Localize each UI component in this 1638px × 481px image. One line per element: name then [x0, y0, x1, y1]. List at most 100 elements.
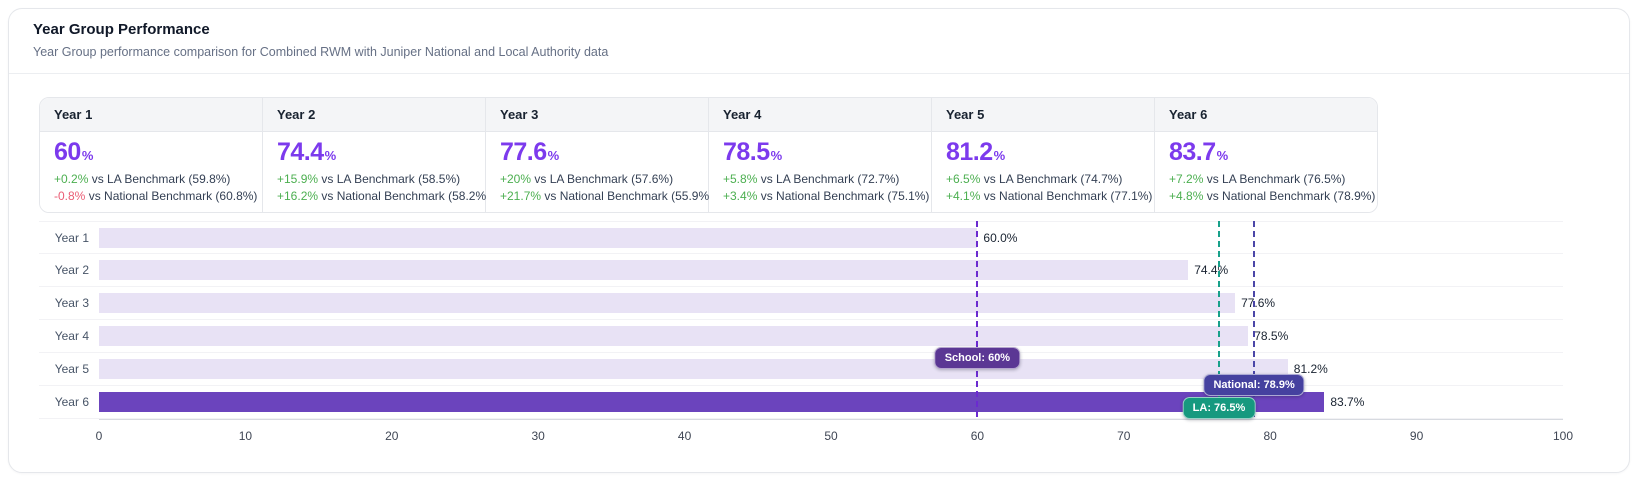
year-group-bar-chart: Year 1 60.0% Year 2 74.4% Year 3 77.6% Year 4 7…	[39, 221, 1563, 449]
axis-tick-label: 10	[239, 429, 252, 443]
percent-sign: %	[548, 148, 559, 163]
year-card-title: Year 2	[263, 98, 485, 132]
year-card-body: 60% +0.2% vs LA Benchmark (59.8%) -0.8% vs…	[40, 132, 262, 212]
axis-tick-label: 60	[971, 429, 984, 443]
row-track: 60.0%	[99, 222, 1563, 253]
la-benchmark-line: +20% vs LA Benchmark (57.6%)	[500, 172, 694, 187]
year-cards: Year 160%+0.2% vs LA Benchmark (59.8%)-0…	[39, 97, 1378, 213]
bar-value-label: 83.7%	[1324, 395, 1364, 409]
percent-sign: %	[325, 148, 336, 163]
row-label: Year 2	[39, 254, 99, 286]
year-card-value: 81.2%	[946, 138, 1140, 170]
panel-content: Year 1 60% +0.2% vs LA Benchmark (59.8%) -0…	[9, 74, 1629, 449]
bar-value-label: 78.5%	[1248, 329, 1288, 343]
la-delta: +6.5%	[946, 172, 980, 186]
bar-value-label: 74.4%	[1188, 263, 1228, 277]
axis-tick-label: 40	[678, 429, 691, 443]
row-track: 78.5%	[99, 320, 1563, 352]
year-card-1: Year 160%+0.2% vs LA Benchmark (59.8%)-0…	[40, 98, 263, 212]
la-delta: +20%	[500, 172, 531, 186]
year-card-value: 77.6%	[500, 138, 694, 170]
year-card-title: Year 5	[932, 98, 1154, 132]
bar-value-label: 60.0%	[977, 231, 1017, 245]
bar-year-4[interactable]	[99, 326, 1248, 346]
axis-tick-label: 100	[1553, 429, 1573, 443]
la-benchmark-line: +15.9% vs LA Benchmark (58.5%)	[277, 172, 471, 187]
national-benchmark-line: +3.4% vs National Benchmark (75.1%)	[723, 189, 917, 204]
bar-value-label: 77.6%	[1235, 296, 1275, 310]
chart-row-2: Year 2 74.4%	[39, 254, 1563, 287]
year-card-value: 74.4%	[277, 138, 471, 170]
axis-tick-label: 90	[1410, 429, 1423, 443]
la-delta: +7.2%	[1169, 172, 1203, 186]
row-label: Year 1	[39, 222, 99, 253]
panel-header: Year Group Performance Year Group perfor…	[9, 9, 1629, 74]
chart-row-1: Year 1 60.0%	[39, 221, 1563, 254]
year-card-title: Year 4	[709, 98, 931, 132]
year-card-body: 78.5% +5.8% vs LA Benchmark (72.7%) +3.4% …	[709, 132, 931, 212]
nat-delta: +4.8%	[1169, 189, 1203, 203]
nat-delta: +21.7%	[500, 189, 541, 203]
year-card-title: Year 6	[1155, 98, 1378, 132]
bar-year-1[interactable]	[99, 228, 977, 248]
row-track: 81.2%	[99, 353, 1563, 385]
axis-tick-label: 50	[824, 429, 837, 443]
national-benchmark-line: +4.1% vs National Benchmark (77.1%)	[946, 189, 1140, 204]
bar-year-3[interactable]	[99, 293, 1235, 313]
percent-sign: %	[82, 148, 93, 163]
percent-sign: %	[1217, 148, 1228, 163]
year-card-value: 78.5%	[723, 138, 917, 170]
row-track: 83.7%	[99, 386, 1563, 418]
x-axis: 0102030405060708090100	[99, 419, 1563, 449]
year-card-5: Year 5 81.2% +6.5% vs LA Benchmark (74.7%)…	[932, 98, 1155, 212]
year-card-2: Year 2 74.4% +15.9% vs LA Benchmark (58.5%…	[263, 98, 486, 212]
national-benchmark-line: +4.8% vs National Benchmark (78.9%)	[1169, 189, 1364, 204]
la-benchmark-line: +5.8% vs LA Benchmark (72.7%)	[723, 172, 917, 187]
row-label: Year 6	[39, 386, 99, 418]
year-card-6: Year 6 83.7% +7.2% vs LA Benchmark (76.5%)…	[1155, 98, 1378, 212]
row-label: Year 4	[39, 320, 99, 352]
national-benchmark-line: -0.8% vs National Benchmark (60.8%)	[54, 189, 248, 204]
nat-delta: +3.4%	[723, 189, 757, 203]
chart-row-4: Year 4 78.5%	[39, 320, 1563, 353]
percent-sign: %	[994, 148, 1005, 163]
axis-tick-label: 70	[1117, 429, 1130, 443]
nat-delta: -0.8%	[54, 189, 85, 203]
chart-row-3: Year 3 77.6%	[39, 287, 1563, 320]
bar-year-2[interactable]	[99, 260, 1188, 280]
page-subtitle: Year Group performance comparison for Co…	[33, 45, 1605, 59]
percent-sign: %	[771, 148, 782, 163]
year-card-body: 77.6% +20% vs LA Benchmark (57.6%) +21.7% …	[486, 132, 708, 212]
axis-tick-label: 30	[532, 429, 545, 443]
row-label: Year 5	[39, 353, 99, 385]
la-delta: +5.8%	[723, 172, 757, 186]
row-label: Year 3	[39, 287, 99, 319]
nat-delta: +16.2%	[277, 189, 318, 203]
bar-year-5[interactable]	[99, 359, 1288, 379]
page-title: Year Group Performance	[33, 21, 1605, 38]
year-card-body: 81.2% +6.5% vs LA Benchmark (74.7%) +4.1% …	[932, 132, 1154, 212]
year-card-body: 83.7% +7.2% vs LA Benchmark (76.5%) +4.8% …	[1155, 132, 1378, 212]
axis-tick-label: 20	[385, 429, 398, 443]
national-benchmark-line: +21.7% vs National Benchmark (55.9%)	[500, 189, 694, 204]
la-benchmark-line: +6.5% vs LA Benchmark (74.7%)	[946, 172, 1140, 187]
la-delta: +15.9%	[277, 172, 318, 186]
row-track: 74.4%	[99, 254, 1563, 286]
axis-tick-label: 0	[96, 429, 103, 443]
year-card-value: 83.7%	[1169, 138, 1364, 170]
national-benchmark-line: +16.2% vs National Benchmark (58.2%)	[277, 189, 471, 204]
year-card-value: 60%	[54, 138, 248, 170]
year-card-body: 74.4% +15.9% vs LA Benchmark (58.5%) +16.2…	[263, 132, 485, 212]
year-group-performance-panel: Year Group Performance Year Group perfor…	[8, 8, 1630, 473]
la-benchmark-line: +0.2% vs LA Benchmark (59.8%)	[54, 172, 248, 187]
year-card-4: Year 4 78.5% +5.8% vs LA Benchmark (72.7%)…	[709, 98, 932, 212]
year-card-title: Year 3	[486, 98, 708, 132]
chart-row-6: Year 6 83.7%	[39, 386, 1563, 419]
la-benchmark-line: +7.2% vs LA Benchmark (76.5%)	[1169, 172, 1364, 187]
year-card-3: Year 377.6%+20% vs LA Benchmark (57.6%)+…	[486, 98, 709, 212]
axis-tick-label: 80	[1264, 429, 1277, 443]
nat-delta: +4.1%	[946, 189, 980, 203]
bar-year-6[interactable]	[99, 392, 1324, 412]
chart-rows: Year 1 60.0% Year 2 74.4% Year 3 77.6% Year 4 7…	[39, 221, 1563, 419]
la-delta: +0.2%	[54, 172, 88, 186]
